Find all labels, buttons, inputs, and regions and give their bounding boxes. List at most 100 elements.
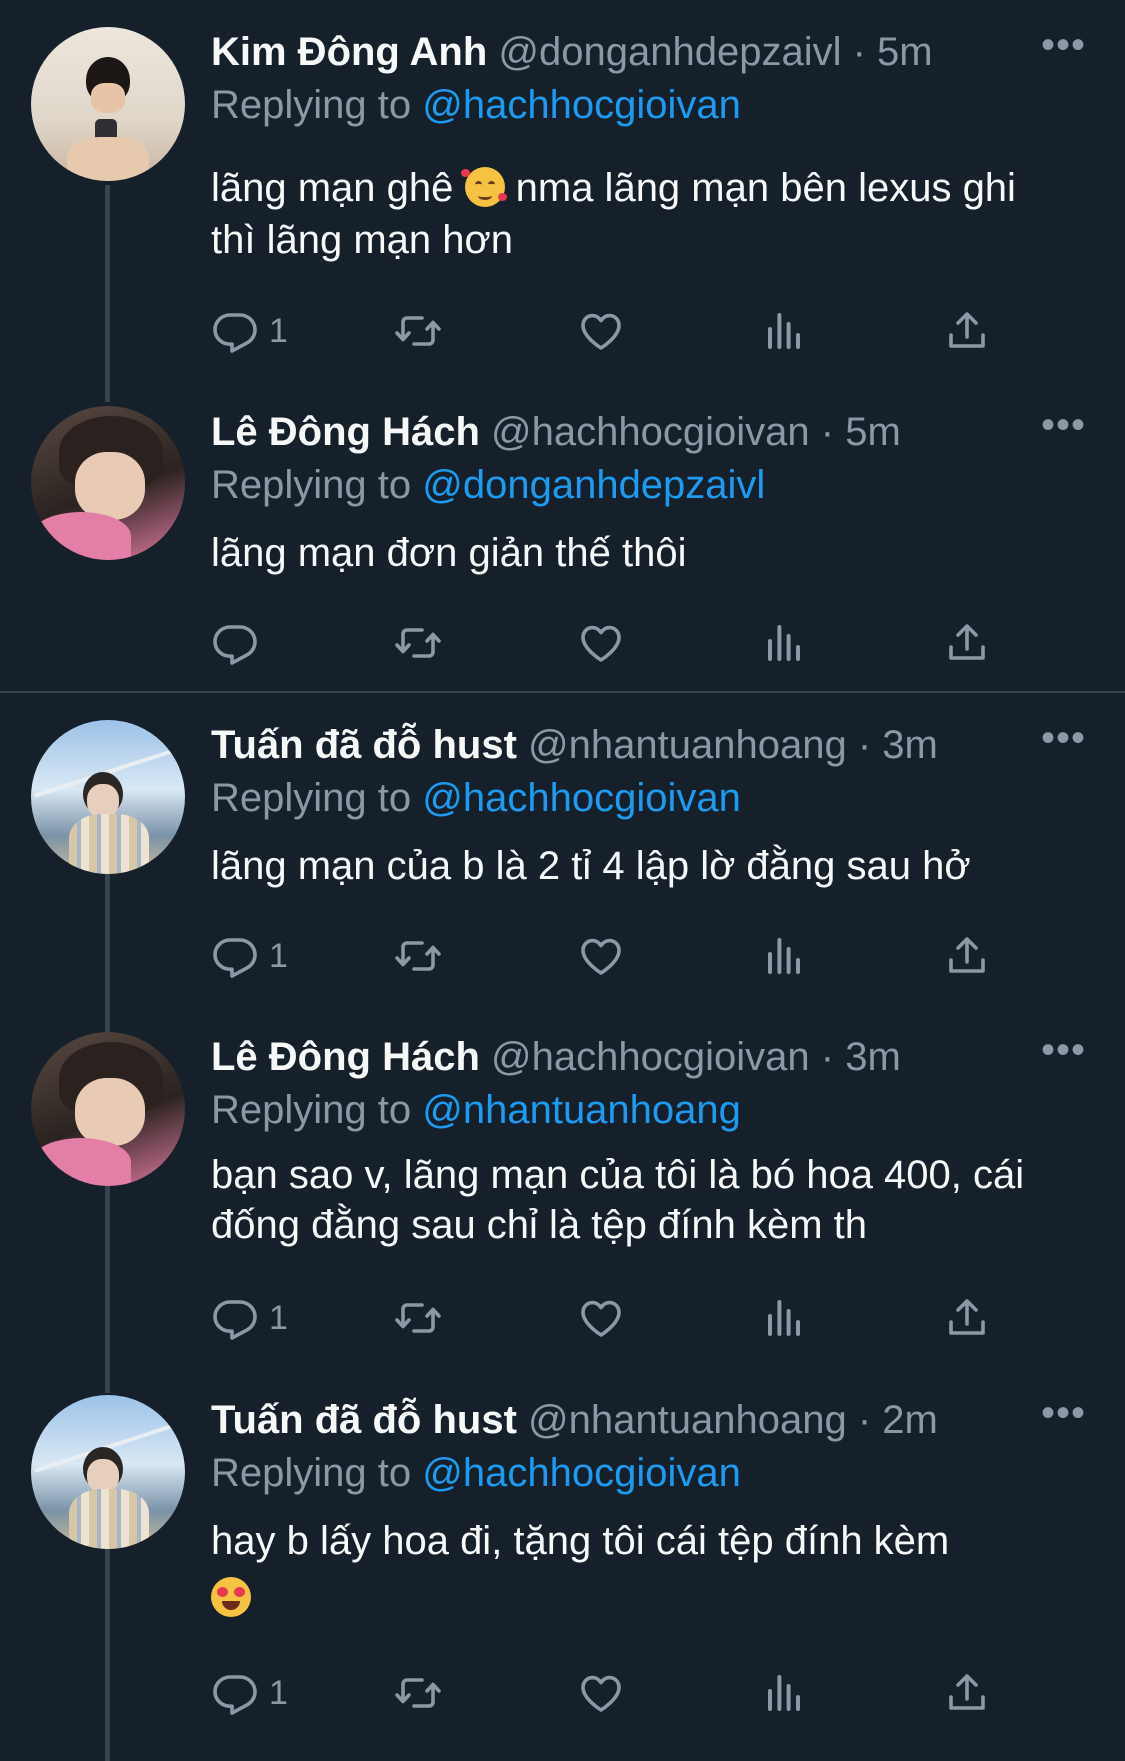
reply-count: 1 (269, 1298, 288, 1337)
reply-icon (211, 932, 259, 980)
retweet-button[interactable] (394, 1293, 442, 1343)
tweet[interactable]: Tuấn đã đỗ hust @nhantuanhoang · 3m ••• … (0, 693, 1125, 1003)
share-button[interactable] (943, 931, 991, 981)
heart-icon (577, 1294, 625, 1342)
tweet[interactable]: Lê Đông Hách @hachhocgioivan · 3m ••• Re… (0, 1005, 1125, 1365)
share-button[interactable] (943, 306, 991, 356)
user-handle[interactable]: @donganhdepzaivl (498, 30, 841, 74)
tweet-text: lãng mạn ghê nma lãng mạn bên lexus ghi … (211, 162, 1071, 266)
action-bar: 1 (211, 1293, 1031, 1343)
retweet-button[interactable] (394, 306, 442, 356)
share-button[interactable] (943, 1293, 991, 1343)
tweet-text: bạn sao v, lãng mạn của tôi là bó hoa 40… (211, 1153, 1025, 1247)
share-button[interactable] (943, 618, 991, 668)
tweet[interactable]: Tuấn đã đỗ hust @nhantuanhoang · 2m ••• … (0, 1368, 1125, 1761)
replying-to-label: Replying to (211, 776, 423, 820)
display-name[interactable]: Lê Đông Hách (211, 410, 480, 454)
more-icon[interactable]: ••• (1041, 1393, 1085, 1438)
retweet-button[interactable] (394, 1668, 442, 1718)
display-name[interactable]: Lê Đông Hách (211, 1035, 480, 1079)
heart-icon (577, 932, 625, 980)
views-button[interactable] (760, 306, 808, 356)
reply-button[interactable] (211, 618, 269, 668)
avatar[interactable] (31, 27, 185, 181)
share-button[interactable] (943, 1668, 991, 1718)
display-name[interactable]: Tuấn đã đỗ hust (211, 1398, 517, 1442)
user-handle[interactable]: @hachhocgioivan (491, 1035, 810, 1079)
timestamp[interactable]: 3m (845, 1035, 901, 1079)
like-button[interactable] (577, 618, 625, 668)
reply-button[interactable]: 1 (211, 1668, 288, 1718)
separator-dot: · (852, 30, 866, 74)
user-handle[interactable]: @nhantuanhoang (528, 1398, 847, 1442)
heart-icon (577, 307, 625, 355)
replying-to-label: Replying to (211, 83, 423, 127)
tweet-text-part: lãng mạn ghê (211, 166, 465, 210)
retweet-button[interactable] (394, 931, 442, 981)
tweet-text: lãng mạn của b là 2 tỉ 4 lập lờ đằng sau… (211, 844, 971, 888)
action-bar: 1 (211, 931, 1031, 981)
reply-target-link[interactable]: @nhantuanhoang (422, 1088, 741, 1132)
tweet-text: lãng mạn đơn giản thế thôi (211, 531, 687, 575)
retweet-icon (394, 1294, 442, 1342)
reply-count: 1 (269, 311, 288, 350)
reply-button[interactable]: 1 (211, 306, 288, 356)
views-button[interactable] (760, 931, 808, 981)
smiling-face-with-hearts-icon (460, 167, 507, 207)
reply-button[interactable]: 1 (211, 931, 288, 981)
action-bar (211, 618, 1031, 668)
like-button[interactable] (577, 931, 625, 981)
views-button[interactable] (760, 1668, 808, 1718)
tweet-text-part: hay b lấy hoa đi, tặng tôi cái tệp đính … (211, 1519, 950, 1563)
retweet-button[interactable] (394, 618, 442, 668)
smiling-face-with-heart-eyes-icon (211, 1577, 251, 1617)
tweet-text: hay b lấy hoa đi, tặng tôi cái tệp đính … (211, 1515, 1071, 1624)
share-icon (943, 932, 991, 980)
timestamp[interactable]: 3m (882, 723, 938, 767)
timestamp[interactable]: 2m (882, 1398, 938, 1442)
more-icon[interactable]: ••• (1041, 25, 1085, 70)
replying-to-label: Replying to (211, 1088, 423, 1132)
separator-dot: · (857, 723, 872, 767)
reply-count: 1 (269, 1673, 288, 1712)
more-icon[interactable]: ••• (1041, 718, 1085, 763)
retweet-icon (394, 619, 442, 667)
timestamp[interactable]: 5m (845, 410, 901, 454)
timestamp[interactable]: 5m (877, 30, 933, 74)
views-button[interactable] (760, 618, 808, 668)
like-button[interactable] (577, 1293, 625, 1343)
reply-count: 1 (269, 936, 288, 975)
retweet-icon (394, 307, 442, 355)
reply-target-link[interactable]: @donganhdepzaivl (422, 463, 765, 507)
avatar[interactable] (31, 1032, 185, 1186)
reply-icon (211, 1669, 259, 1717)
reply-target-link[interactable]: @hachhocgioivan (422, 83, 741, 127)
reply-target-link[interactable]: @hachhocgioivan (422, 1451, 741, 1495)
like-button[interactable] (577, 306, 625, 356)
analytics-icon (760, 932, 808, 980)
like-button[interactable] (577, 1668, 625, 1718)
tweet[interactable]: Kim Đông Anh @donganhdepzaivl · 5m ••• R… (0, 0, 1125, 380)
separator-dot: · (820, 410, 835, 454)
user-handle[interactable]: @hachhocgioivan (491, 410, 810, 454)
reply-icon (211, 1294, 259, 1342)
views-button[interactable] (760, 1293, 808, 1343)
tweet[interactable]: Lê Đông Hách @hachhocgioivan · 5m ••• Re… (0, 380, 1125, 690)
action-bar: 1 (211, 306, 1031, 356)
reply-button[interactable]: 1 (211, 1293, 288, 1343)
more-icon[interactable]: ••• (1041, 405, 1085, 450)
analytics-icon (760, 307, 808, 355)
avatar[interactable] (31, 406, 185, 560)
display-name[interactable]: Tuấn đã đỗ hust (211, 723, 517, 767)
user-handle[interactable]: @nhantuanhoang (528, 723, 847, 767)
share-icon (943, 1294, 991, 1342)
reply-icon (211, 619, 259, 667)
display-name[interactable]: Kim Đông Anh (211, 30, 487, 74)
more-icon[interactable]: ••• (1041, 1030, 1085, 1075)
avatar[interactable] (31, 720, 185, 874)
share-icon (943, 307, 991, 355)
heart-icon (577, 619, 625, 667)
analytics-icon (760, 1669, 808, 1717)
reply-target-link[interactable]: @hachhocgioivan (422, 776, 741, 820)
avatar[interactable] (31, 1395, 185, 1549)
